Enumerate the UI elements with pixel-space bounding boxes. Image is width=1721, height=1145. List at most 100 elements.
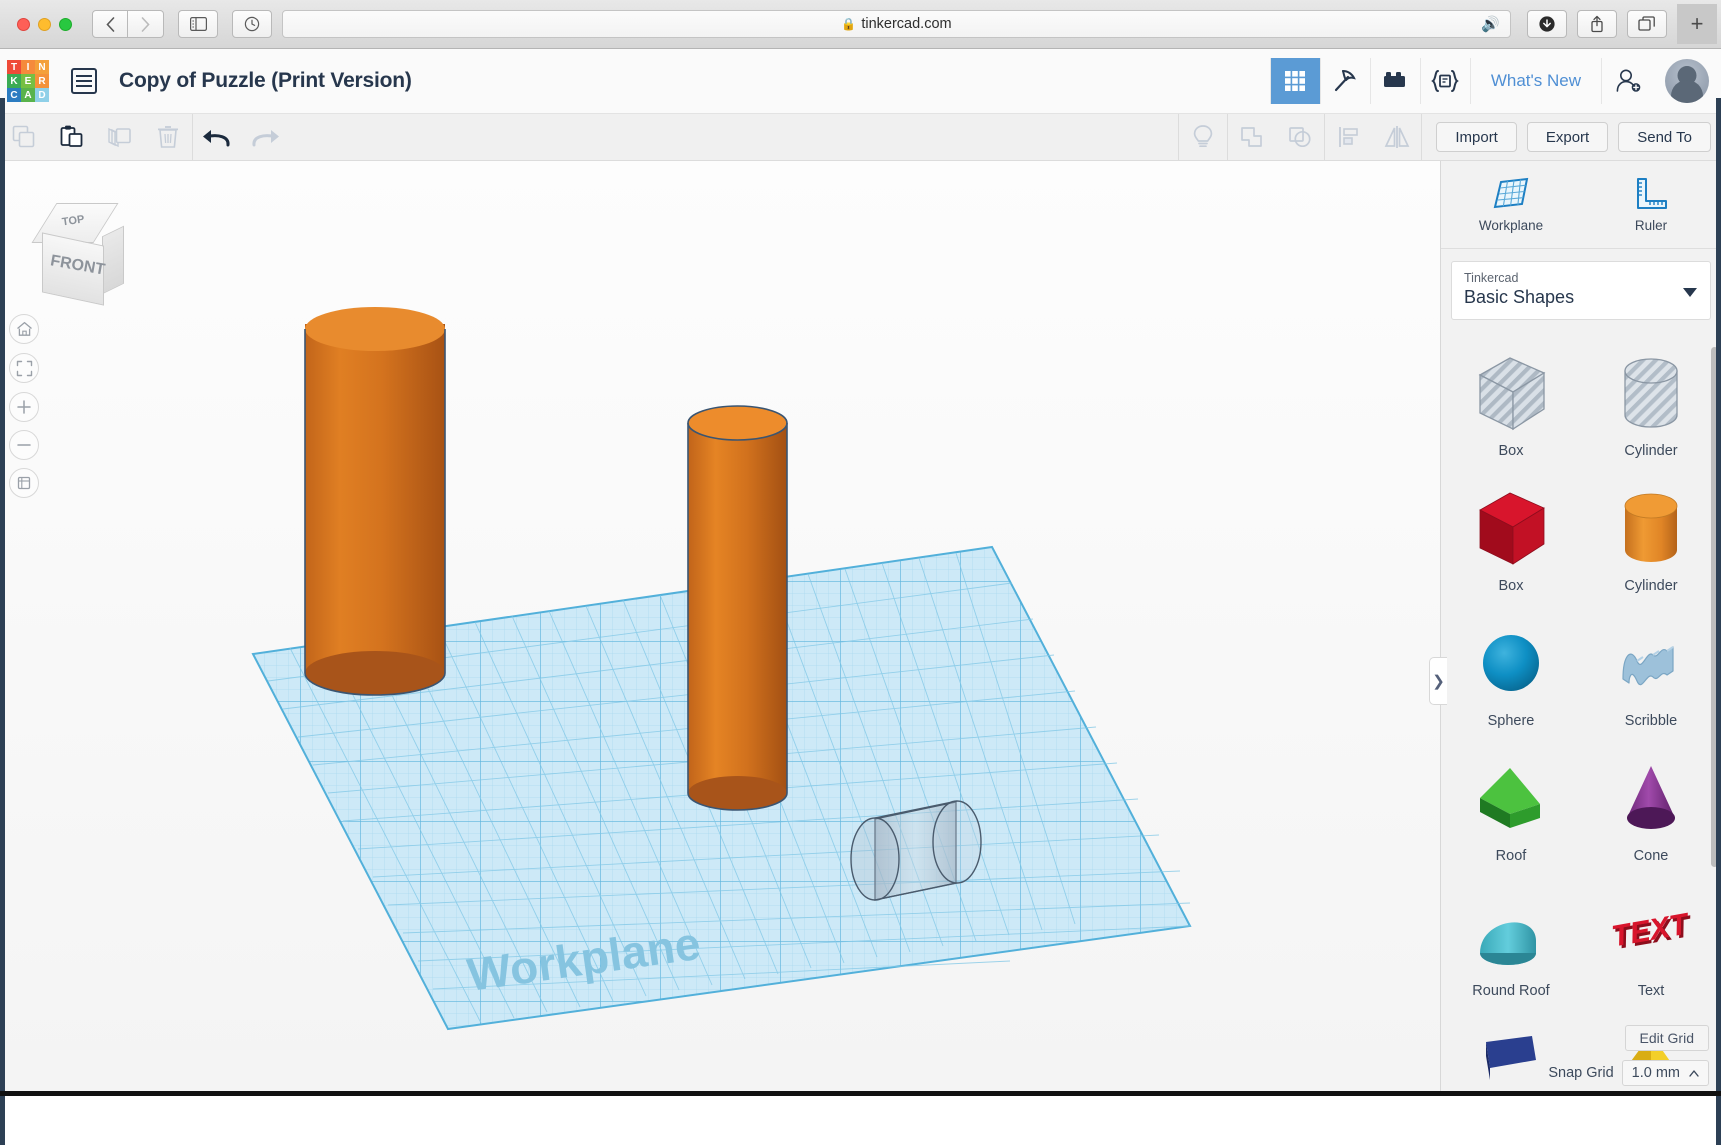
delete-icon[interactable] xyxy=(144,114,192,161)
snap-grid-select[interactable]: 1.0 mm xyxy=(1621,1060,1709,1086)
window-bottom-edge xyxy=(0,1091,1721,1096)
code-blocks-icon[interactable] xyxy=(1419,58,1470,104)
solid-box-icon xyxy=(1456,482,1566,578)
close-window-button[interactable] xyxy=(17,17,30,31)
lock-icon: 🔒 xyxy=(841,17,857,31)
shape-item-round-roof[interactable]: Round Roof xyxy=(1447,887,1575,1022)
shape-item-roof[interactable]: Roof xyxy=(1447,752,1575,887)
fit-to-view-button[interactable] xyxy=(9,353,39,383)
logo-letter: A xyxy=(21,88,35,102)
home-view-button[interactable] xyxy=(9,314,39,344)
logo-letter: K xyxy=(7,74,21,88)
snap-grid-row: Snap Grid 1.0 mm xyxy=(1548,1060,1709,1086)
shape-row: Round Roof TEXT TEXT Text xyxy=(1441,887,1721,1022)
edit-grid-button[interactable]: Edit Grid xyxy=(1624,1025,1709,1051)
light-bulb-icon[interactable] xyxy=(1179,114,1227,161)
redo-icon[interactable] xyxy=(241,114,289,161)
speaker-icon[interactable]: 🔊 xyxy=(1481,15,1500,33)
shape-grid[interactable]: Box Cylinder Box Cylinder Sphere Scribbl… xyxy=(1441,339,1721,1096)
shape-library-selector[interactable]: Tinkercad Basic Shapes xyxy=(1451,261,1711,320)
whats-new-link[interactable]: What's New xyxy=(1469,58,1601,104)
shape-item-cone[interactable]: Cone xyxy=(1587,752,1715,887)
workplane-tool-label: Workplane xyxy=(1478,217,1544,233)
3d-canvas[interactable]: Workplane TOP FRONT xyxy=(0,161,1440,1096)
shape-label: Box xyxy=(1498,443,1524,459)
logo-letter: I xyxy=(21,60,35,74)
share-icon[interactable] xyxy=(1577,10,1617,38)
forward-button[interactable] xyxy=(128,10,164,38)
send-to-button[interactable]: Send To xyxy=(1618,122,1711,152)
shape-label: Cone xyxy=(1633,848,1669,864)
shape-label: Cylinder xyxy=(1624,578,1678,594)
edit-toolbar: Import Export Send To xyxy=(0,113,1721,161)
ruler-tool[interactable]: Ruler xyxy=(1581,161,1721,248)
workplane-icon xyxy=(1493,177,1529,208)
export-button[interactable]: Export xyxy=(1526,122,1609,152)
mirror-icon[interactable] xyxy=(1373,114,1421,161)
copy-icon[interactable] xyxy=(0,114,48,161)
shape-label: Round Roof xyxy=(1472,983,1550,999)
clock-icon[interactable] xyxy=(232,10,272,38)
sidebar-toggle-icon[interactable] xyxy=(178,10,218,38)
zoom-in-button[interactable] xyxy=(9,392,39,422)
shape-item-sphere[interactable]: Sphere xyxy=(1447,617,1575,752)
shape-row: Sphere Scribble xyxy=(1441,617,1721,752)
maximize-window-button[interactable] xyxy=(59,17,72,31)
panel-collapse-button[interactable]: ❯ xyxy=(1429,657,1447,705)
chevron-up-icon xyxy=(1689,1069,1699,1077)
ortho-perspective-button[interactable] xyxy=(9,468,39,498)
roof-icon xyxy=(1456,752,1566,848)
tinkercad-logo[interactable]: T I N K E R C A D xyxy=(7,60,49,102)
workplane-tool[interactable]: Workplane xyxy=(1441,161,1581,248)
view-cube-side-face[interactable] xyxy=(102,225,124,295)
paste-icon[interactable] xyxy=(48,114,96,161)
shape-item-scribble[interactable]: Scribble xyxy=(1587,617,1715,752)
design-list-icon[interactable] xyxy=(71,68,97,94)
download-icon[interactable] xyxy=(1527,10,1567,38)
shape-label: Scribble xyxy=(1624,713,1678,729)
shape-label: Roof xyxy=(1495,848,1527,864)
minimize-window-button[interactable] xyxy=(38,17,51,31)
shape-item-box[interactable]: Box xyxy=(1447,482,1575,617)
ungroup-icon[interactable] xyxy=(1276,114,1324,161)
back-button[interactable] xyxy=(92,10,128,38)
shape-label: Sphere xyxy=(1487,713,1535,729)
url-bar-container: 🔒 tinkercad.com 🔊 xyxy=(232,10,1511,38)
window-right-edge xyxy=(1716,98,1721,1145)
shape-item-hole-cylinder[interactable]: Cylinder xyxy=(1587,347,1715,482)
shape-row: Box Cylinder xyxy=(1441,347,1721,482)
logo-letter: R xyxy=(35,74,49,88)
solid-cylinder-icon xyxy=(1596,482,1706,578)
avatar[interactable] xyxy=(1665,59,1709,103)
zoom-out-button[interactable] xyxy=(9,430,39,460)
pickaxe-icon[interactable] xyxy=(1319,58,1370,104)
3d-scene: Workplane xyxy=(251,307,1192,1031)
shape-item-cylinder[interactable]: Cylinder xyxy=(1587,482,1715,617)
import-button[interactable]: Import xyxy=(1436,122,1517,152)
toolbar-right-group: Import Export Send To xyxy=(1178,113,1721,161)
grid-view-icon[interactable] xyxy=(1269,58,1320,104)
duplicate-icon[interactable] xyxy=(96,114,144,161)
app-header: T I N K E R C A D Copy of Puzzle (Print … xyxy=(0,49,1721,114)
window-traffic-lights xyxy=(17,17,72,31)
logo-letter: C xyxy=(7,88,21,102)
shape-item-text[interactable]: TEXT TEXT Text xyxy=(1587,887,1715,1022)
new-tab-button[interactable]: + xyxy=(1677,4,1717,44)
shape-item-hole-box[interactable]: Box xyxy=(1447,347,1575,482)
library-name: Basic Shapes xyxy=(1464,287,1575,307)
lego-brick-icon[interactable] xyxy=(1369,58,1420,104)
group-icon[interactable] xyxy=(1228,114,1276,161)
ruler-tool-label: Ruler xyxy=(1634,217,1668,233)
tab-overview-icon[interactable] xyxy=(1627,10,1667,38)
address-bar[interactable]: 🔒 tinkercad.com 🔊 xyxy=(282,10,1511,38)
chevron-down-icon[interactable] xyxy=(1683,288,1697,297)
page-title: Copy of Puzzle (Print Version) xyxy=(119,69,412,92)
add-user-icon[interactable] xyxy=(1601,58,1655,104)
cone-icon xyxy=(1596,752,1706,848)
cylinder-tall-left[interactable] xyxy=(304,307,446,696)
align-icon[interactable] xyxy=(1325,114,1373,161)
cylinder-tall-center[interactable] xyxy=(687,405,788,811)
shape-label: Box xyxy=(1498,578,1524,594)
undo-icon[interactable] xyxy=(193,114,241,161)
view-cube[interactable]: TOP FRONT xyxy=(28,203,124,306)
